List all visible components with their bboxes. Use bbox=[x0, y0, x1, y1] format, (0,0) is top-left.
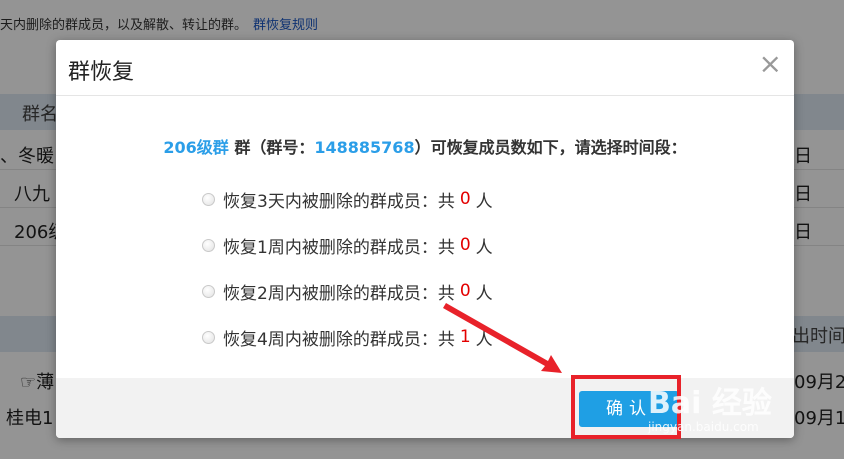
baidu-jingyan-watermark: Bai 经验 jingyan.baidu.com bbox=[648, 378, 844, 434]
watermark-url: jingyan.baidu.com bbox=[648, 420, 759, 434]
watermark-logo: Bai 经验 bbox=[648, 386, 772, 421]
